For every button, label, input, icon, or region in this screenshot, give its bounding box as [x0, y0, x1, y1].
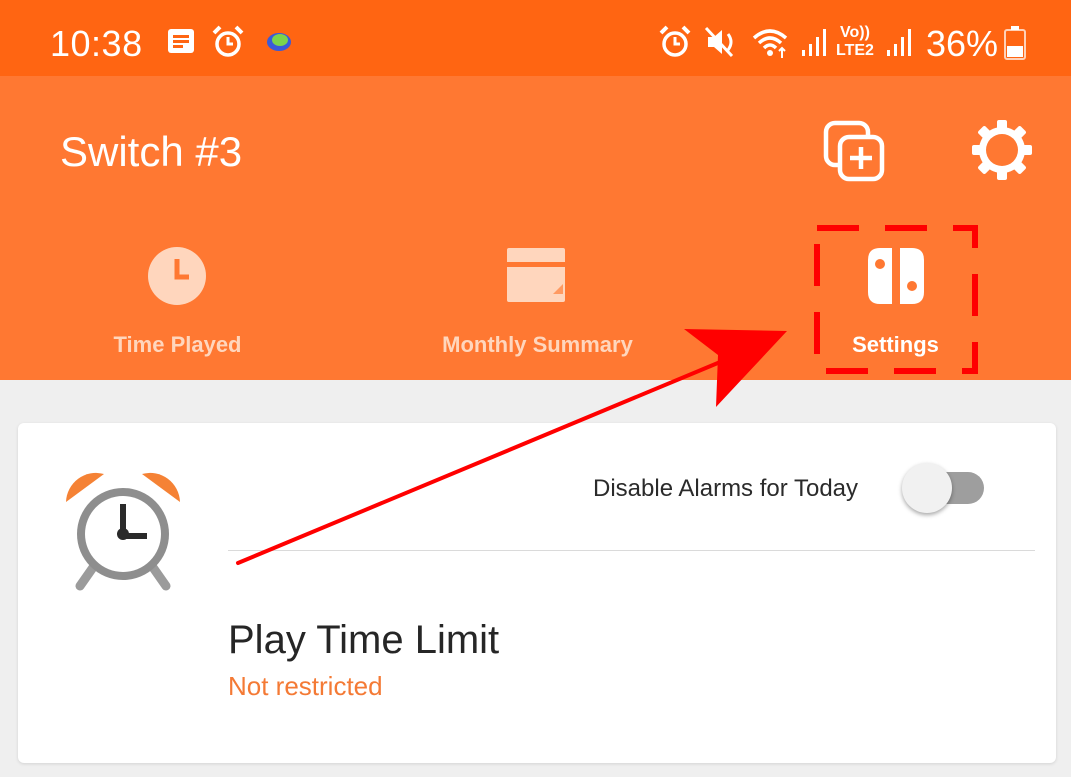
alarm-icon — [657, 24, 693, 65]
calendar-icon — [505, 246, 567, 309]
alarm-icon — [210, 24, 246, 65]
network-type: Vo)) LTE2 — [836, 24, 874, 59]
disable-alarms-label: Disable Alarms for Today — [593, 475, 859, 502]
add-console-icon — [820, 120, 890, 193]
divider — [228, 550, 1035, 551]
status-time: 10:38 — [50, 23, 143, 64]
tab-label-settings: Settings — [852, 332, 939, 357]
wifi-icon — [750, 24, 790, 65]
tab-label-time-played: Time Played — [113, 332, 242, 357]
app-icon — [264, 30, 294, 59]
settings-gear-button[interactable] — [966, 114, 1038, 186]
page-title: Switch #3 — [60, 128, 243, 175]
gear-icon — [966, 120, 1038, 190]
battery-percent: 36% — [926, 23, 999, 64]
switch-console-icon — [866, 246, 926, 311]
signal-icon — [885, 24, 915, 65]
notes-icon — [164, 24, 198, 63]
play-time-limit-value: Not restricted — [228, 671, 383, 701]
alarm-settings-card: Disable Alarms for Today Play Time Limit… — [18, 423, 1056, 763]
play-time-limit-title[interactable]: Play Time Limit — [228, 616, 499, 664]
mute-icon — [704, 24, 740, 65]
clock-icon — [147, 246, 207, 311]
add-console-button[interactable] — [820, 119, 890, 189]
disable-alarms-toggle[interactable] — [902, 463, 986, 513]
tab-label-monthly-summary: Monthly Summary — [442, 332, 633, 357]
alarm-clock-icon — [64, 468, 182, 597]
toggle-thumb — [902, 463, 952, 513]
signal-icon — [800, 24, 830, 65]
screen: 10:38 Vo)) LTE2 36% Switch #3 Time Playe… — [0, 0, 1071, 777]
app-bar: Switch #3 Time Played Monthly Summary Se… — [0, 76, 1071, 380]
battery-icon — [1003, 26, 1027, 65]
status-bar: 10:38 Vo)) LTE2 36% — [0, 0, 1071, 76]
